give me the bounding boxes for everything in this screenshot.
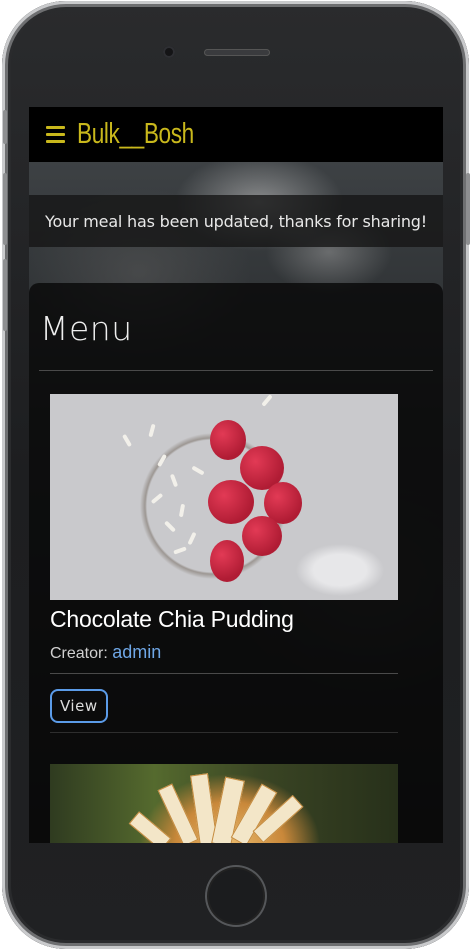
recipe-image: [50, 394, 398, 600]
page-title: Menu: [40, 309, 133, 348]
recipe-card: Chocolate Chia Pudding Creator: admin Vi…: [50, 394, 398, 733]
recipe-title[interactable]: Chocolate Chia Pudding: [50, 606, 398, 633]
brand-logo[interactable]: Bulk__Bosh: [77, 118, 194, 151]
hamburger-icon[interactable]: [46, 126, 65, 143]
recipe-divider: [50, 673, 398, 674]
title-divider: [39, 370, 433, 371]
earpiece-speaker: [204, 49, 270, 56]
view-button[interactable]: View: [50, 689, 108, 723]
creator-label: Creator:: [50, 645, 108, 662]
mute-switch: [3, 110, 7, 144]
flash-message-text: Your meal has been updated, thanks for s…: [45, 211, 427, 231]
volume-down-button: [3, 259, 7, 331]
screen: Bulk__Bosh Your meal has been updated, t…: [29, 107, 443, 843]
recipe-image: [50, 764, 398, 843]
recipe-footer-divider: [50, 732, 398, 733]
flash-message: Your meal has been updated, thanks for s…: [29, 195, 443, 247]
navbar: Bulk__Bosh: [29, 107, 443, 162]
recipe-creator: Creator: admin: [50, 642, 398, 663]
power-button: [466, 173, 470, 245]
front-camera: [163, 46, 175, 58]
creator-link[interactable]: admin: [112, 642, 161, 662]
recipe-card: [50, 764, 398, 843]
menu-card: Menu Chocolate Chia Pudding Creator: adm…: [29, 283, 443, 843]
home-button: [205, 865, 267, 927]
volume-up-button: [3, 173, 7, 245]
